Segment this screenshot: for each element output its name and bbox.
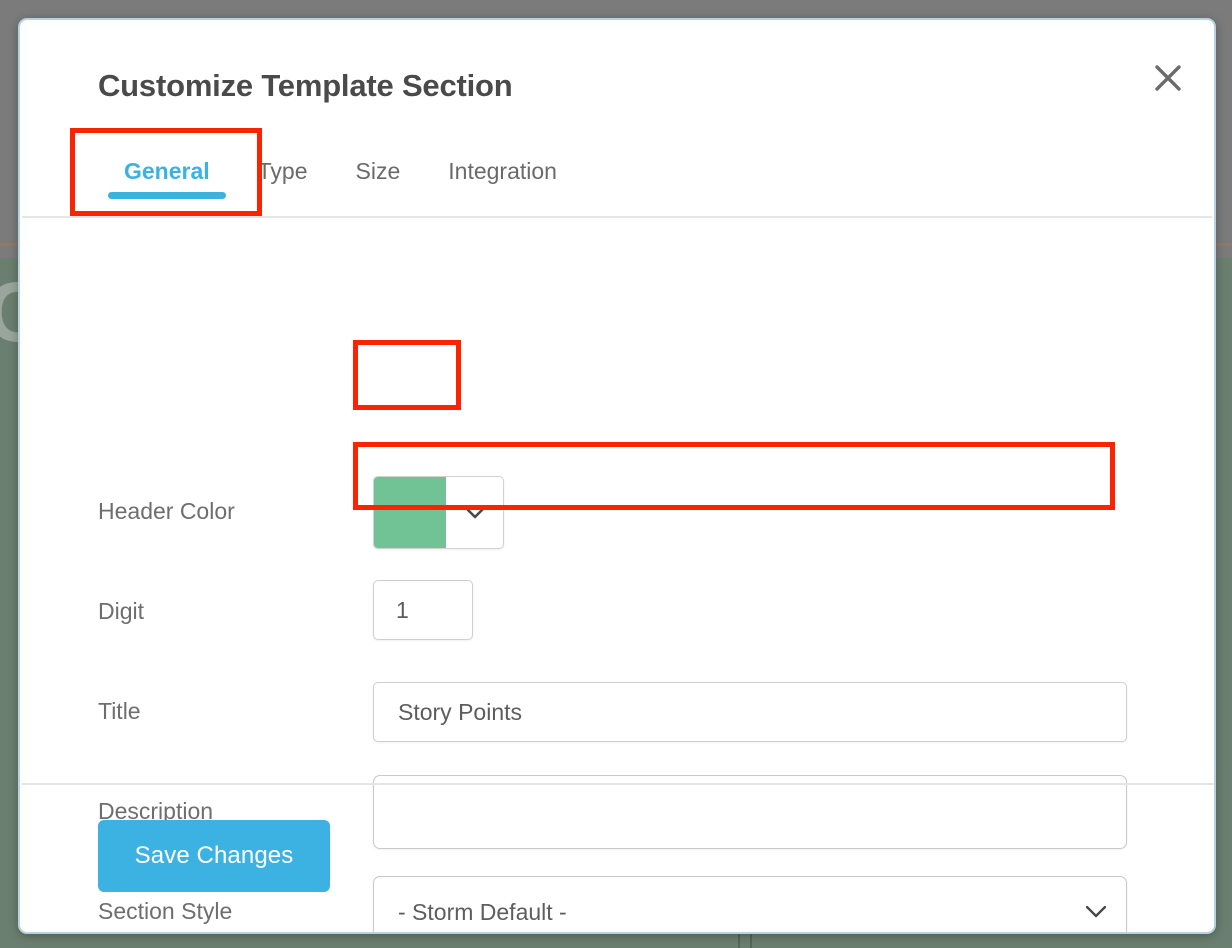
tab-size[interactable]: Size bbox=[332, 132, 425, 185]
tab-list: General Type Size Integration bbox=[100, 132, 581, 218]
header-color-label: Header Color bbox=[98, 498, 235, 524]
tab-integration[interactable]: Integration bbox=[424, 132, 581, 185]
section-style-field-wrap: - Storm Default - bbox=[373, 876, 1127, 932]
header-color-swatch bbox=[374, 477, 446, 548]
section-style-label: Section Style bbox=[98, 898, 233, 924]
tab-general[interactable]: General bbox=[100, 132, 234, 199]
dialog-tabs: General Type Size Integration bbox=[22, 132, 1212, 218]
close-button[interactable] bbox=[1144, 54, 1192, 102]
digit-label: Digit bbox=[98, 598, 145, 624]
section-style-select[interactable]: - Storm Default - bbox=[373, 876, 1127, 932]
chevron-down-icon bbox=[1085, 905, 1107, 919]
description-textarea[interactable] bbox=[373, 775, 1127, 849]
footer-divider bbox=[22, 783, 1214, 785]
title-field-wrap bbox=[373, 682, 1127, 742]
description-field-wrap bbox=[373, 775, 1127, 854]
customize-template-section-dialog: Customize Template Section General Type … bbox=[18, 18, 1216, 934]
tab-type[interactable]: Type bbox=[234, 132, 332, 185]
section-style-value: - Storm Default - bbox=[398, 898, 567, 925]
header-color-picker[interactable] bbox=[373, 476, 504, 549]
title-input[interactable] bbox=[373, 682, 1127, 742]
save-changes-button[interactable]: Save Changes bbox=[98, 820, 330, 892]
title-label: Title bbox=[98, 698, 141, 724]
dialog-header: Customize Template Section bbox=[20, 20, 1214, 132]
chevron-down-icon bbox=[446, 477, 503, 548]
page-title: Customize Template Section bbox=[98, 68, 513, 103]
digit-field-wrap bbox=[373, 580, 473, 640]
close-icon bbox=[1151, 61, 1185, 95]
digit-input[interactable] bbox=[373, 580, 473, 640]
